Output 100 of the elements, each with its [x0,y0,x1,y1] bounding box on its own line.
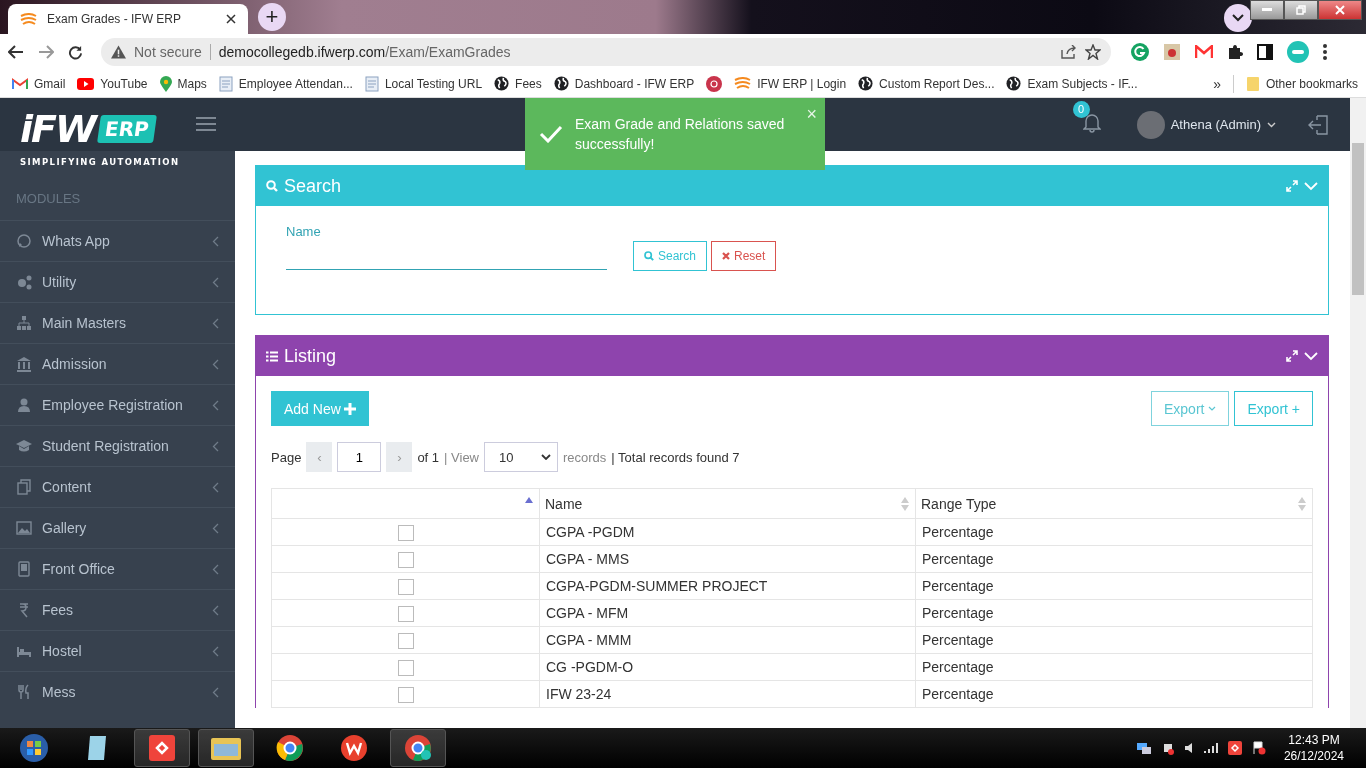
caret-icon [1267,121,1276,128]
swirl-icon [20,12,37,26]
table-cell: CGPA - MMM [539,626,916,654]
chevron-icon [212,481,219,493]
g-circle-icon[interactable] [1131,43,1149,61]
minimize-icon [1262,8,1272,12]
close-icon[interactable] [226,14,236,24]
bookmark[interactable]: IFW ERP | Login [734,76,847,91]
chevron-down-icon [1232,14,1244,22]
share-icon[interactable] [1061,45,1077,59]
tab-search-button[interactable] [1224,4,1252,32]
reload-icon[interactable] [68,44,83,60]
logout-icon[interactable] [1308,114,1328,135]
user-menu[interactable]: Athena (Admin) [1136,110,1276,139]
field-label: Name [286,224,322,239]
phone-icon [16,561,32,577]
toast-message: Exam Grade and Relations saved successfully! [575,115,786,154]
bookmark[interactable]: Maps [159,75,207,92]
clock[interactable]: 12:43 PM 26/12/2024 [1283,732,1344,764]
bookmark[interactable]: Employee Attendan... [218,75,353,92]
chevron-icon [212,645,219,657]
table-cell: CGPA - MFM [539,599,916,627]
bookmark[interactable]: YouTube [77,76,148,91]
forward-icon[interactable] [38,45,54,59]
globe-icon [494,76,510,91]
caret-icon [1208,406,1217,411]
browser-icon [404,734,432,762]
table-cell: CG -PGDM-O [539,653,916,681]
panel-title: Listing [284,345,338,367]
row-checkbox[interactable] [397,524,414,541]
restore-button[interactable] [1284,0,1318,20]
page-number-field[interactable]: 1 [337,442,382,472]
address-bar[interactable]: Not secure democollegedb.ifwerp.com/Exam/ExamGrades [101,38,1111,66]
chevron-icon [212,399,219,411]
copy-icon [16,479,32,495]
side-panel-icon[interactable] [1257,44,1273,60]
column-header[interactable]: Name [539,488,916,519]
row-checkbox[interactable] [397,605,414,622]
bell-icon[interactable] [1082,112,1101,133]
new-tab-button[interactable]: + [258,3,286,31]
chevron-icon [212,522,219,534]
row-checkbox[interactable] [397,686,414,703]
office-app-icon [340,734,368,762]
restore-icon [1296,5,1306,15]
m-letter-icon[interactable] [1195,45,1213,59]
bookmark[interactable]: Gmail [12,76,66,91]
browser-tab[interactable]: Exam Grades - IFW ERP [8,4,248,34]
url-text: democollegedb.ifwerp.com/Exam/ExamGrades [218,44,511,60]
windows-logo-icon [19,733,49,763]
user-icon [16,397,32,413]
chevron-icon [212,563,219,575]
more-bookmarks-button[interactable]: » [1213,75,1221,92]
taskbar-button[interactable] [198,729,254,767]
plus-icon [343,402,356,415]
mail-icon [12,77,28,90]
remote-desktop-icon[interactable] [1227,741,1242,755]
table-cell: CGPA - MMS [539,545,916,573]
table-cell: Percentage [915,572,1313,600]
signal-bars-icon[interactable] [1203,743,1218,753]
chevron-down-icon[interactable] [1304,351,1318,361]
minimize-button[interactable] [1250,0,1284,20]
expand-icon[interactable] [1286,350,1298,362]
table-cell: Percentage [915,518,1313,546]
remote-desktop-icon [149,735,175,761]
network-icon[interactable] [1135,741,1152,755]
bookmark[interactable]: Fees [494,76,542,91]
taskbar-button[interactable] [134,729,190,767]
image-icon [16,520,32,536]
row-checkbox[interactable] [397,632,414,649]
other-bookmarks-folder[interactable]: Other bookmarks [1245,75,1358,92]
row-checkbox[interactable] [397,659,414,676]
close-button[interactable] [1318,0,1362,20]
row-checkbox[interactable] [397,578,414,595]
scrollbar[interactable] [1350,98,1366,728]
taskbar-button[interactable] [390,729,446,767]
bookmark[interactable]: Custom Report Des... [858,76,995,91]
avatar-placeholder [1136,110,1165,139]
menu-icon[interactable] [1323,44,1327,60]
table-cell: Percentage [915,545,1313,573]
globe-icon [553,76,569,91]
column-header[interactable]: Range Type [915,488,1313,519]
globe-icon [858,76,874,91]
row-checkbox[interactable] [397,551,414,568]
puzzle-icon[interactable] [1227,44,1243,60]
logo: iFW ERP [20,110,155,148]
graduation-cap-icon [16,438,32,454]
star-icon[interactable] [1085,44,1101,60]
bookmark[interactable]: Local Testing URL [364,75,483,92]
reset-button[interactable]: Reset [711,241,777,271]
back-icon[interactable] [8,45,24,59]
notification-count: 0 [1072,100,1090,118]
bookmark[interactable]: Exam Subjects - IF... [1006,76,1138,91]
table-cell: CGPA-PGDM-SUMMER PROJECT [539,572,916,600]
record-icon [706,75,723,92]
bookmark[interactable]: Dashboard - IFW ERP [553,76,695,91]
speaker-icon[interactable] [1183,742,1194,754]
page-size-dropdown[interactable]: 10 [484,442,558,472]
table-cell: Percentage [915,626,1313,654]
flag-icon[interactable] [1251,741,1266,755]
x-icon [722,252,731,260]
